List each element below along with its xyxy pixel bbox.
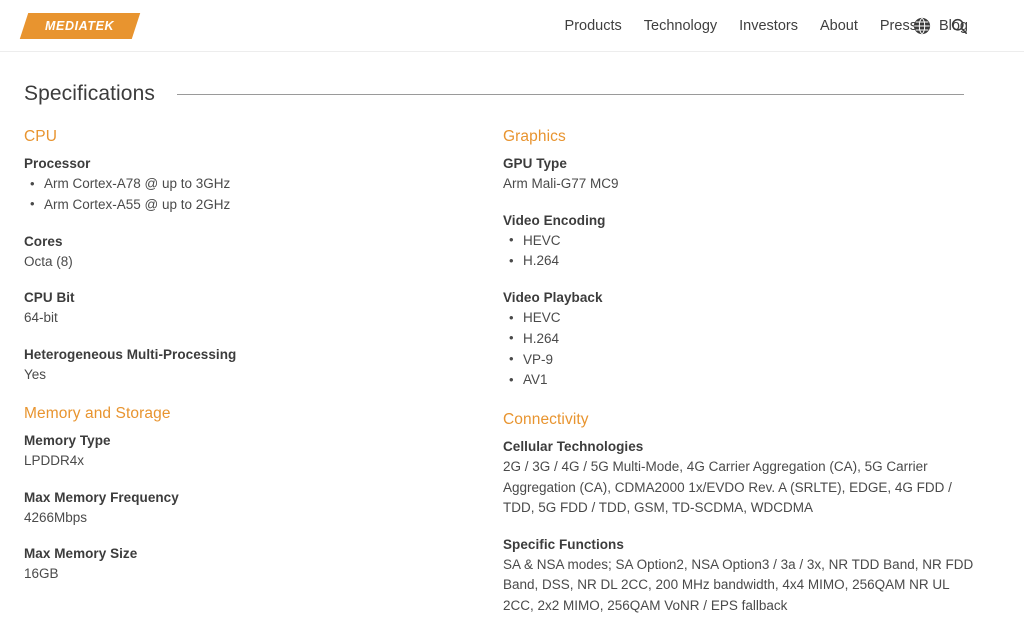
spec-label: Processor [24, 156, 91, 171]
specifications-grid: CPUProcessorArm Cortex-A78 @ up to 3GHzA… [0, 128, 1024, 616]
spec-column-left: CPU Processor Arm Cortex-A78 @ up to 3GHzA… [24, 128, 479, 616]
nav-item-about[interactable]: About [820, 18, 858, 34]
spec-label: Max Memory Frequency [24, 489, 179, 505]
page-title-row: Specifications [24, 82, 964, 106]
nav-item-technology[interactable]: Technology [644, 18, 717, 34]
site-header: MEDIATEK Products Technology Investors A… [0, 0, 1024, 52]
spec-column-right: Graphics GPU Type Arm Mali-G77 MC9 Video En… [503, 128, 983, 616]
spec-block-max-memory-size: Max Memory Size 16GB [24, 546, 479, 585]
spec-value: Arm Mali-G77 MC9 [503, 176, 619, 191]
spec-value: Octa (8) [24, 253, 73, 269]
spec-label: GPU Type [503, 156, 567, 171]
list-item: AV1 [503, 370, 983, 391]
spec-label: Cellular Technologies [503, 439, 644, 455]
nav-item-products[interactable]: Products [565, 18, 622, 34]
spec-value: 4266Mbps [24, 509, 88, 525]
spec-value-list: HEVCH.264 [503, 230, 983, 273]
spec-block-cores: Cores Octa (8) [24, 234, 479, 273]
list-item: VP-9 [503, 349, 983, 371]
logo-shape: MEDIATEK [19, 12, 141, 39]
spec-block-video-playback: Video Playback HEVCH.264VP-9AV1 [503, 290, 983, 391]
spec-value-list: Arm Cortex-A78 @ up to 3GHzArm Cortex-A5… [24, 174, 479, 216]
spec-block-heterogeneous-multi-processing: Heterogeneous Multi-Processing Yes [24, 347, 479, 386]
search-icon[interactable] [949, 17, 968, 36]
section-heading-cpu: CPU [24, 128, 58, 145]
section-heading-connectivity: Connectivity [503, 411, 589, 429]
logo[interactable]: MEDIATEK [19, 12, 141, 39]
spec-group-connectivity: Connectivity Cellular Technologies 2G / 3G… [503, 411, 983, 616]
spec-label: Specific Functions [503, 536, 624, 552]
header-icon-group [912, 0, 1024, 52]
page-title: Specifications [24, 82, 155, 105]
spec-block-cpu-bit: CPU Bit 64-bit [24, 290, 479, 329]
list-item: H.264 [503, 328, 983, 350]
spec-label: Video Playback [503, 290, 603, 306]
spec-value: SA & NSA modes; SA Option2, NSA Option3 … [503, 556, 974, 613]
spec-group-cpu: CPU Processor Arm Cortex-A78 @ up to 3GHzA… [24, 128, 479, 385]
spec-value-list: HEVCH.264VP-9AV1 [503, 308, 983, 391]
list-item: HEVC [503, 308, 983, 329]
spec-block-video-encoding: Video Encoding HEVCH.264 [503, 213, 983, 273]
list-item: HEVC [503, 230, 983, 252]
logo-text: MEDIATEK [45, 18, 115, 33]
list-item: Arm Cortex-A78 @ up to 3GHz [24, 174, 479, 195]
spec-block-gpu-type: GPU Type Arm Mali-G77 MC9 [503, 156, 983, 195]
spec-label: CPU Bit [24, 290, 75, 306]
spec-block-specific-functions: Specific Functions SA & NSA modes; SA Opt… [503, 537, 983, 617]
spec-label: Cores [24, 233, 63, 249]
spec-block-max-memory-frequency: Max Memory Frequency 4266Mbps [24, 490, 479, 529]
globe-icon[interactable] [912, 17, 931, 36]
spec-label: Video Encoding [503, 212, 606, 228]
spec-value: 2G / 3G / 4G / 5G Multi-Mode, 4G Carrier… [503, 459, 952, 516]
spec-label: Memory Type [24, 433, 111, 449]
spec-value: 16GB [24, 566, 59, 582]
spec-group-memory-and-storage: Memory and Storage Memory Type LPDDR4x Max … [24, 405, 479, 585]
spec-group-graphics: Graphics GPU Type Arm Mali-G77 MC9 Video En… [503, 128, 983, 391]
spec-block-processor: Processor Arm Cortex-A78 @ up to 3GHzArm … [24, 156, 479, 216]
title-divider [176, 93, 964, 95]
section-heading-memory-and-storage: Memory and Storage [24, 405, 171, 423]
section-heading-graphics: Graphics [503, 128, 566, 145]
list-item: Arm Cortex-A55 @ up to 2GHz [24, 194, 479, 216]
spec-value: LPDDR4x [24, 453, 85, 469]
main-nav: Products Technology Investors About Pres… [565, 0, 968, 52]
nav-item-investors[interactable]: Investors [739, 18, 798, 34]
spec-label: Heterogeneous Multi-Processing [24, 346, 237, 362]
spec-label: Max Memory Size [24, 546, 138, 562]
list-item: H.264 [503, 251, 983, 272]
spec-block-cellular-technologies: Cellular Technologies 2G / 3G / 4G / 5G M… [503, 439, 983, 519]
spec-value: 64-bit [24, 310, 58, 326]
spec-value: Yes [24, 366, 47, 382]
spec-block-memory-type: Memory Type LPDDR4x [24, 433, 479, 472]
